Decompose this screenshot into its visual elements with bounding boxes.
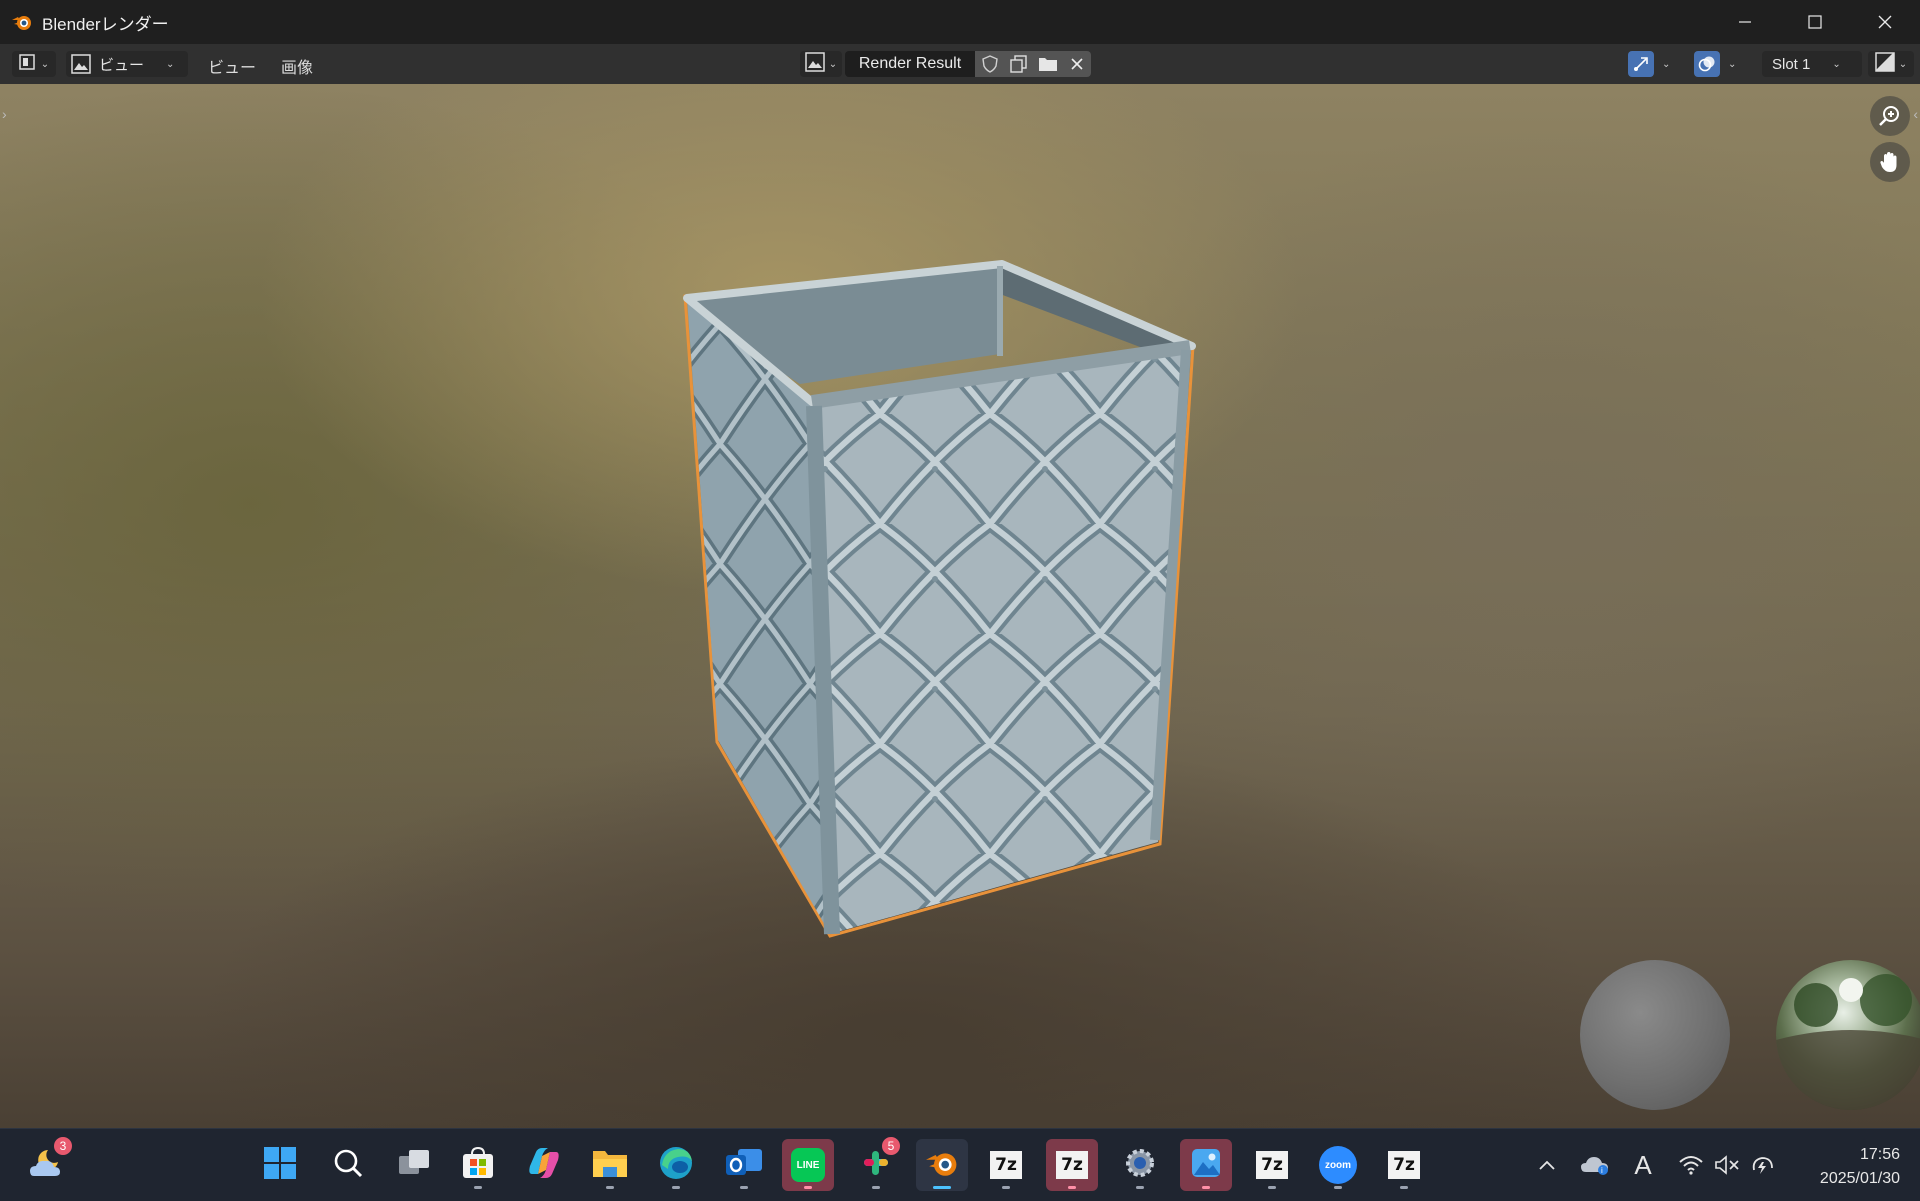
view-mode-label: ビュー: [99, 56, 145, 74]
gizmo-toggle[interactable]: ⌄: [1628, 51, 1678, 77]
task-view-icon: [397, 1148, 431, 1183]
material-preview-sphere: [1580, 960, 1730, 1110]
maximize-icon[interactable]: [1780, 0, 1850, 44]
view-mode-dropdown[interactable]: ビュー ⌄: [66, 51, 188, 77]
volume-muted-icon[interactable]: [1710, 1129, 1744, 1201]
chevron-down-icon: ⌄: [1898, 58, 1908, 70]
slot-dropdown[interactable]: Slot 1 ⌄: [1762, 51, 1862, 77]
fake-user-shield-icon[interactable]: [978, 53, 1002, 75]
outlook-icon: [724, 1145, 764, 1186]
taskbar-edge[interactable]: [650, 1139, 702, 1191]
title-bar: Blenderレンダー: [0, 0, 1920, 44]
show-hidden-icons-chevron-icon[interactable]: [1532, 1129, 1562, 1201]
taskbar-7zip-2[interactable]: 7z: [1046, 1139, 1098, 1191]
taskbar-copilot[interactable]: [518, 1139, 570, 1191]
weather-widget[interactable]: 3: [22, 1137, 74, 1191]
close-icon[interactable]: [1850, 0, 1920, 44]
slack-badge: 5: [882, 1137, 900, 1155]
duplicate-icon[interactable]: [1007, 53, 1031, 75]
taskbar-store[interactable]: [452, 1139, 504, 1191]
edge-browser-icon: [658, 1145, 694, 1186]
display-channels-button[interactable]: ⌄: [1868, 51, 1914, 77]
chevron-down-icon: ⌄: [1832, 58, 1841, 70]
taskbar-outlook[interactable]: [718, 1139, 770, 1191]
taskbar-7zip-4[interactable]: 7z: [1378, 1139, 1430, 1191]
image-name-field[interactable]: Render Result: [845, 51, 975, 77]
clock-date: 2025/01/30: [1819, 1170, 1900, 1187]
blender-logo-icon: [924, 1147, 960, 1184]
browse-image-button[interactable]: ⌄: [800, 51, 842, 77]
clock-time: 17:56: [1859, 1146, 1900, 1163]
slot-label: Slot 1: [1772, 55, 1811, 73]
copilot-icon: [526, 1146, 562, 1185]
overlay-icon: [1694, 51, 1720, 77]
hdri-sphere: [1776, 960, 1920, 1110]
image-icon: [805, 52, 825, 76]
weather-badge: 3: [54, 1137, 72, 1155]
system-clock[interactable]: 17:56 2025/01/30: [1820, 1143, 1900, 1191]
taskbar-slack[interactable]: 5: [850, 1137, 902, 1191]
line-app-icon: LINE: [791, 1148, 825, 1182]
window-title: Blenderレンダー: [42, 14, 169, 34]
menu-image[interactable]: 画像: [281, 54, 313, 78]
taskbar-line[interactable]: LINE: [782, 1139, 834, 1191]
minimize-icon[interactable]: [1710, 0, 1780, 44]
taskbar-zoom[interactable]: zoom: [1312, 1139, 1364, 1191]
open-folder-icon[interactable]: [1036, 53, 1060, 75]
task-view-button[interactable]: [388, 1139, 440, 1191]
image-viewport[interactable]: › ‹: [0, 84, 1920, 1128]
start-button[interactable]: [254, 1139, 306, 1191]
taskbar-7zip-3[interactable]: 7z: [1246, 1139, 1298, 1191]
7zip-icon: 7z: [990, 1151, 1022, 1179]
ime-indicator[interactable]: A: [1626, 1129, 1660, 1201]
taskbar-file-explorer[interactable]: [584, 1139, 636, 1191]
7zip-icon: 7z: [1256, 1151, 1288, 1179]
wifi-icon[interactable]: [1674, 1129, 1708, 1201]
taskbar-blender[interactable]: [916, 1139, 968, 1191]
svg-text:i: i: [1601, 1166, 1603, 1175]
editor-type-button[interactable]: ⌄: [12, 51, 56, 77]
search-icon: [332, 1147, 364, 1184]
chevron-down-icon: ⌄: [1662, 58, 1671, 70]
image-editor-icon: [19, 53, 37, 75]
windows-logo-icon: [263, 1146, 297, 1185]
battery-charging-icon[interactable]: [1746, 1129, 1780, 1201]
blender-logo-icon: [10, 10, 34, 34]
windows-taskbar: 3 LINE 5 7z 7z 7z zoom 7z i A 17:56 2025…: [0, 1128, 1920, 1201]
onedrive-icon[interactable]: i: [1578, 1129, 1612, 1201]
color-alpha-icon: [1875, 52, 1895, 76]
gear-icon: [1123, 1146, 1157, 1185]
taskbar-photos[interactable]: [1180, 1139, 1232, 1191]
folder-icon: [591, 1147, 629, 1184]
image-editor-header: ⌄ ビュー ⌄ ビュー 画像 ⌄ Render Result ⌄ ⌄ Slot …: [0, 44, 1920, 85]
7zip-icon: 7z: [1056, 1151, 1088, 1179]
zoom-app-icon: zoom: [1319, 1146, 1357, 1184]
menu-view[interactable]: ビュー: [208, 54, 256, 78]
chevron-down-icon: ⌄: [166, 58, 175, 70]
unlink-close-icon[interactable]: [1065, 53, 1089, 75]
chevron-down-icon: ⌄: [828, 58, 838, 70]
taskbar-settings[interactable]: [1114, 1139, 1166, 1191]
image-icon: [71, 54, 91, 74]
search-button[interactable]: [322, 1139, 374, 1191]
zoom-label: zoom: [1324, 1159, 1352, 1171]
photos-icon: [1189, 1146, 1223, 1185]
chevron-down-icon: ⌄: [40, 58, 50, 70]
gizmo-icon: [1628, 51, 1654, 77]
chevron-down-icon: ⌄: [1728, 58, 1737, 70]
microsoft-store-icon: [461, 1146, 495, 1185]
line-label: LINE: [796, 1159, 820, 1171]
7zip-icon: 7z: [1388, 1151, 1420, 1179]
overlay-toggle[interactable]: ⌄: [1694, 51, 1744, 77]
taskbar-7zip-1[interactable]: 7z: [980, 1139, 1032, 1191]
